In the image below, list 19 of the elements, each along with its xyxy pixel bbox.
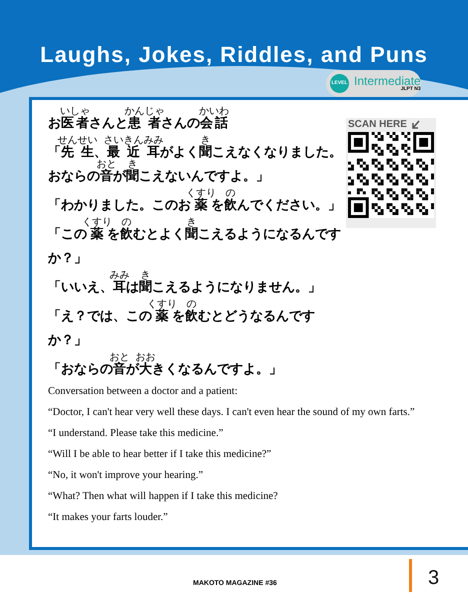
magazine-title: Laughs, Jokes, Riddles, and Puns (40, 41, 428, 69)
japanese-text: 「先生 せんせい 、最近 さいきん 耳 みみ がよく 聞 き こえなくなりました。おならの音 おと が聞 き こえないんですよ。」 (48, 135, 343, 185)
english-text: “Doctor, I can't hear very well these days. I can't even hear the sound of my own farts.” (48, 406, 416, 420)
japanese-text: 「いいえ、耳 みみ は聞 き こえるようになりません。」 (48, 270, 322, 296)
english-text: “Will I be able to hear better if I take this medicine?” (48, 448, 272, 462)
level-name: Intermediate (354, 75, 421, 87)
japanese-text: 「おならの音 おと が大 おお きくなるんですよ。」 (48, 352, 283, 378)
english-text: “What? Then what will happen if I take this medicine? (48, 490, 279, 504)
english-text: “It makes your farts louder.” (48, 511, 169, 525)
japanese-text: お医者 いしゃ さんと患者 かんじゃ さんの会話 かいわ (48, 106, 230, 132)
english-text: Conversation between a doctor and a patient: (48, 385, 239, 399)
english-text: “I understand. Please take this medicine.” (48, 427, 224, 441)
scan-label: SCAN HERE (348, 120, 407, 130)
japanese-text: 「え？では、この 薬 くすり を飲 の むとどうなるんですか？」 (48, 299, 316, 349)
english-text: “No, it won't improve your hearing.” (48, 469, 204, 483)
japanese-text: 「この 薬 くすり を飲 の むとよく 聞 き こえるようになるんですか？」 (48, 217, 342, 267)
arrow-icon (410, 120, 421, 130)
japanese-text: 「わかりました。このお 薬 くすり を飲 の んでください。」 (48, 188, 342, 214)
page-number: 3 (428, 566, 440, 591)
